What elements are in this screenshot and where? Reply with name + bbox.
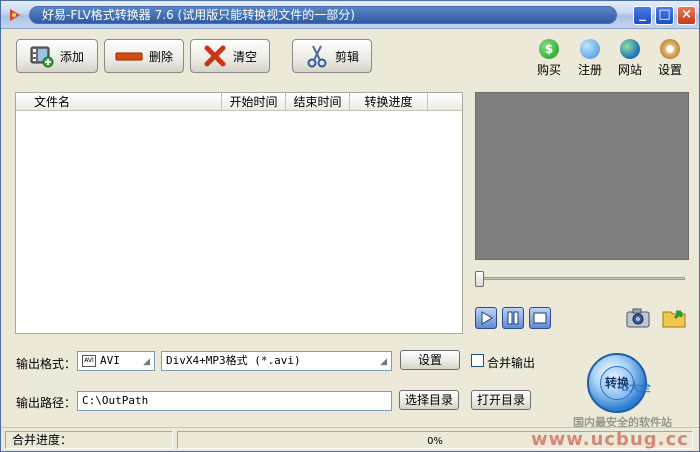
stop-button[interactable]: [529, 307, 551, 329]
minimize-button[interactable]: _: [633, 6, 652, 25]
column-filename[interactable]: 文件名: [16, 93, 222, 111]
file-list-header: 文件名 开始时间 结束时间 转换进度: [16, 93, 462, 111]
merge-progress-value: 0%: [427, 436, 443, 447]
title-bar[interactable]: 好易-FLV格式转换器 7.6 (试用版只能转换视文件的一部分) _ □ ×: [1, 1, 699, 29]
open-directory-button[interactable]: 打开目录: [471, 390, 531, 410]
merge-output-label: 合并输出: [487, 356, 536, 370]
register-icon: [580, 39, 600, 59]
website-link[interactable]: 网站: [610, 39, 650, 79]
format-settings-button[interactable]: 设置: [400, 350, 460, 370]
add-button[interactable]: 添加: [16, 39, 98, 73]
buy-link-label: 购买: [536, 63, 561, 77]
avi-file-icon: AVI: [82, 355, 96, 367]
close-button[interactable]: ×: [677, 6, 696, 25]
format-detail-select[interactable]: DivX4+MP3格式 (*.avi) ◢: [161, 351, 392, 371]
add-file-icon: [30, 44, 54, 68]
delete-icon: [115, 44, 143, 68]
clear-x-icon: [203, 44, 227, 68]
watermark-site: www.ucbug.cc: [531, 429, 689, 450]
delete-button[interactable]: 删除: [104, 39, 184, 73]
merge-output-checkbox[interactable]: [471, 354, 484, 367]
app-logo-icon: [7, 7, 23, 23]
maximize-button[interactable]: □: [655, 6, 674, 25]
merge-progress-label: 合并进度：: [5, 431, 173, 449]
choose-directory-button[interactable]: 选择目录: [399, 390, 459, 410]
clear-button-label: 清空: [232, 49, 257, 64]
play-button[interactable]: [475, 307, 497, 329]
folder-open-icon: [662, 310, 686, 328]
cut-button[interactable]: 剪辑: [292, 39, 372, 73]
add-button-label: 添加: [59, 49, 84, 64]
file-list[interactable]: 文件名 开始时间 结束时间 转换进度: [15, 92, 463, 334]
output-format-label: 输出格式：: [16, 357, 77, 371]
open-output-button[interactable]: [661, 304, 689, 330]
chevron-down-icon: ◢: [380, 357, 387, 367]
play-icon: [481, 311, 493, 325]
stop-icon: [533, 312, 547, 324]
globe-icon: [620, 39, 640, 59]
settings-link[interactable]: 设置: [650, 39, 690, 79]
app-window: 好易-FLV格式转换器 7.6 (试用版只能转换视文件的一部分) _ □ × 添…: [0, 0, 700, 452]
format-type-value: AVI: [100, 354, 120, 367]
seek-track: [479, 277, 685, 280]
seek-slider[interactable]: [475, 271, 689, 287]
watermark-brand: u大全: [621, 381, 651, 394]
pause-icon: [507, 311, 519, 325]
format-type-select[interactable]: AVI AVI ◢: [77, 351, 155, 371]
column-start-time[interactable]: 开始时间: [222, 93, 286, 111]
output-path-input[interactable]: C:\OutPath: [77, 391, 392, 411]
output-path-label: 输出路径：: [16, 396, 77, 410]
video-preview: [475, 92, 689, 260]
chevron-down-icon: ◢: [143, 357, 150, 367]
cut-button-label: 剪辑: [334, 49, 359, 64]
delete-button-label: 删除: [148, 49, 173, 64]
window-title: 好易-FLV格式转换器 7.6 (试用版只能转换视文件的一部分): [29, 6, 617, 24]
snapshot-button[interactable]: [625, 306, 651, 330]
pause-button[interactable]: [502, 307, 524, 329]
column-end-time[interactable]: 结束时间: [286, 93, 350, 111]
camera-icon: [626, 308, 650, 328]
seek-thumb[interactable]: [475, 271, 484, 287]
register-link[interactable]: 注册: [570, 39, 610, 79]
settings-link-label: 设置: [657, 63, 682, 77]
dollar-coin-icon: $: [539, 39, 559, 59]
clear-button[interactable]: 清空: [190, 39, 270, 73]
format-detail-value: DivX4+MP3格式 (*.avi): [166, 354, 301, 367]
register-link-label: 注册: [577, 63, 602, 77]
buy-link[interactable]: $ 购买: [529, 39, 569, 79]
settings-icon: [660, 39, 680, 59]
website-link-label: 网站: [617, 63, 642, 77]
scissors-icon: [305, 44, 329, 68]
column-progress[interactable]: 转换进度: [350, 93, 428, 111]
